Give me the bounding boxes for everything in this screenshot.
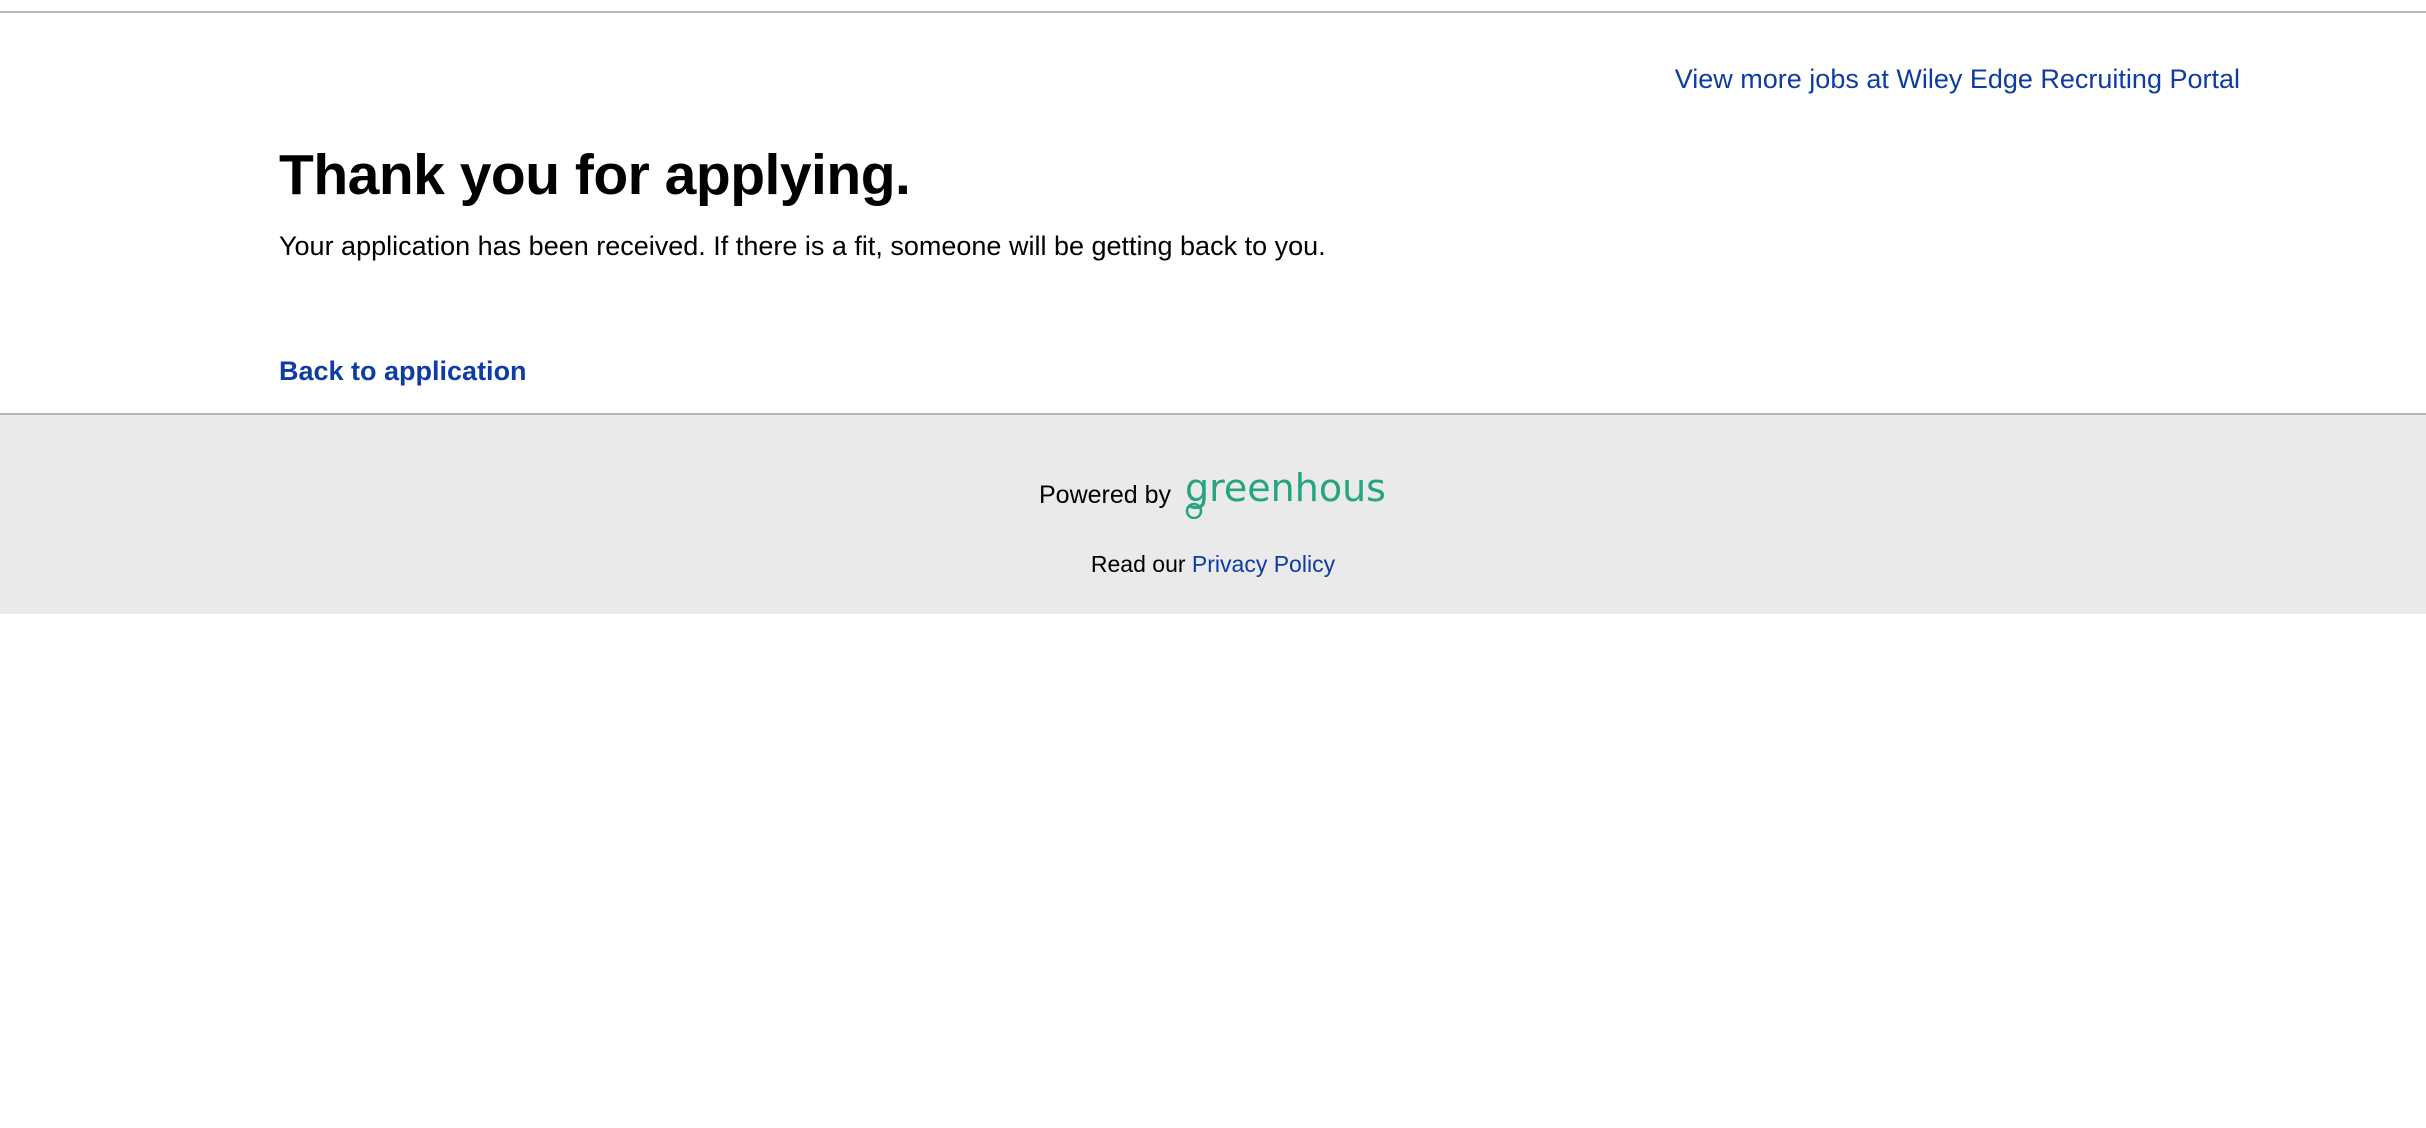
svg-text:greenhouse: greenhouse xyxy=(1185,471,1387,510)
confirmation-content: Thank you for applying. Your application… xyxy=(279,140,1879,264)
confirmation-message: Your application has been received. If t… xyxy=(279,231,1326,261)
view-more-jobs-link[interactable]: View more jobs at Wiley Edge Recruiting … xyxy=(1675,62,2240,96)
top-divider xyxy=(0,11,2426,13)
footer: Powered by greenhouse Read our Privacy P… xyxy=(0,413,2426,614)
powered-by-label: Powered by xyxy=(1038,481,1172,509)
privacy-row: Read our Privacy Policy xyxy=(0,549,2426,579)
privacy-prefix: Read our xyxy=(1090,551,1192,577)
back-to-application-link[interactable]: Back to application xyxy=(279,354,527,388)
privacy-policy-link[interactable]: Privacy Policy xyxy=(1192,551,1335,577)
powered-by-row: Powered by greenhouse xyxy=(0,466,2426,520)
page-title: Thank you for applying. xyxy=(279,143,911,207)
greenhouse-logo[interactable]: greenhouse xyxy=(1185,466,1409,520)
